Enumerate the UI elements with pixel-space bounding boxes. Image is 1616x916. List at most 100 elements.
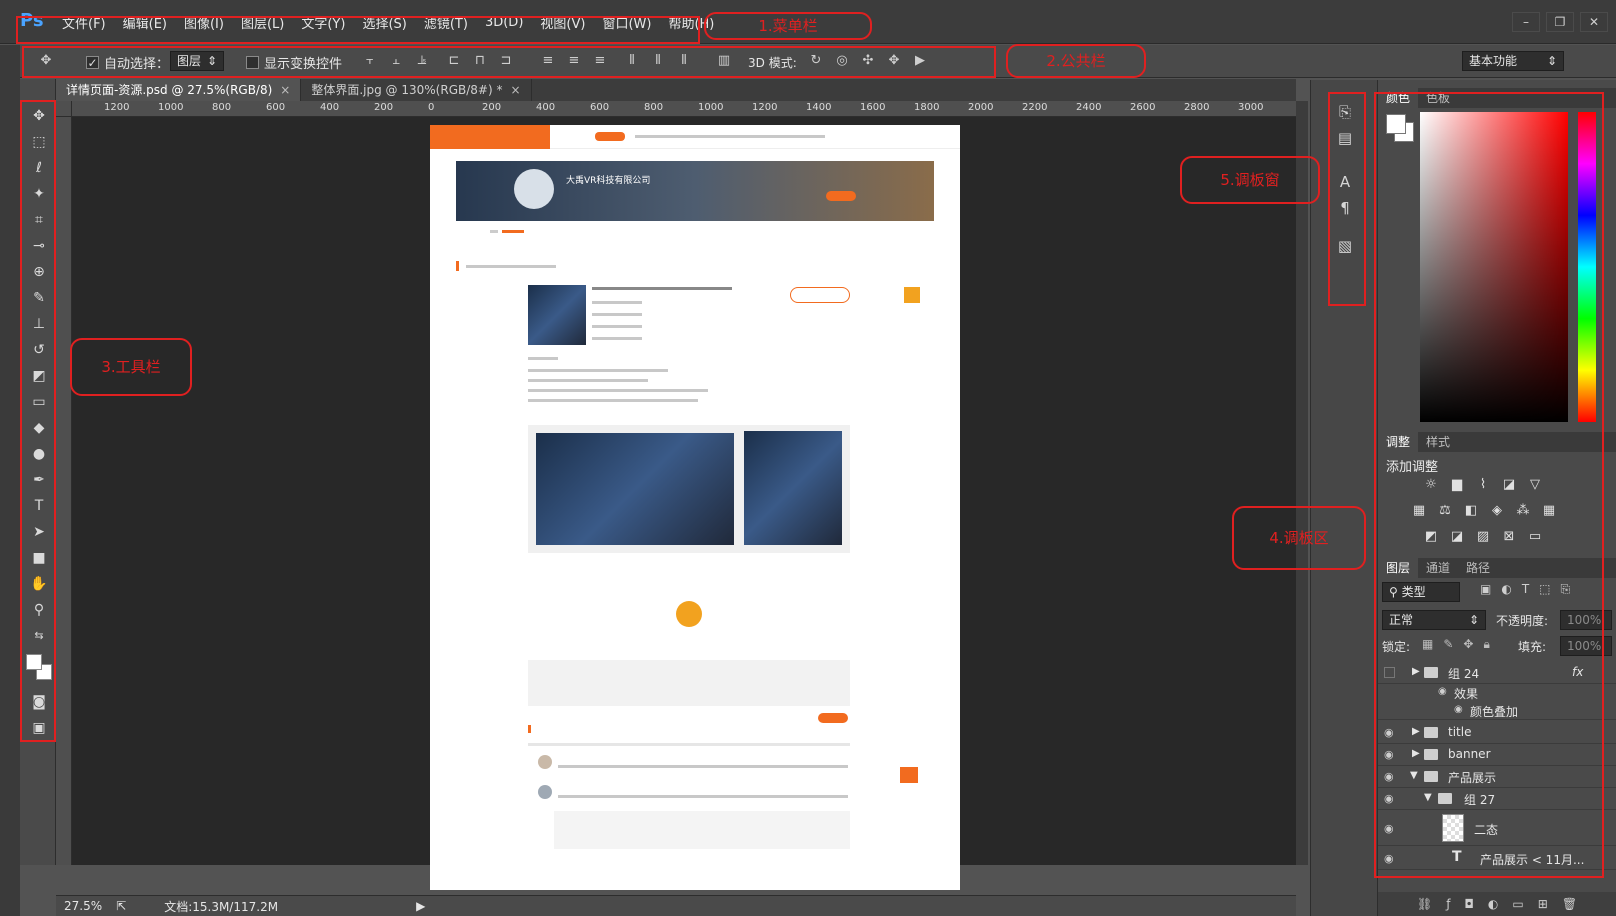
- ruler-label: 1600: [860, 102, 886, 113]
- status-arrow-icon[interactable]: ▶: [416, 899, 425, 913]
- layers-footer: ⛓ ƒ ◘ ◐ ▭ ⊞ 🗑︎: [1378, 892, 1616, 916]
- link-layers-icon[interactable]: ⛓: [1417, 897, 1432, 911]
- ruler-label: 2200: [1022, 102, 1048, 113]
- ruler-label: 1200: [752, 102, 778, 113]
- doc-download-button: [790, 287, 850, 303]
- add-mask-icon[interactable]: ◘: [1464, 897, 1474, 911]
- annotation-box-menubar: [16, 16, 700, 44]
- tab-title: 整体界面.jpg @ 130%(RGB/8#) *: [311, 83, 503, 97]
- annotation-menubar: 1.菜单栏: [704, 12, 872, 40]
- doc-text-line: [592, 325, 642, 328]
- ruler-label: 2400: [1076, 102, 1102, 113]
- ruler-label: 3000: [1238, 102, 1264, 113]
- doc-reply-box: [554, 811, 850, 849]
- tab-details-psd[interactable]: 详情页面-资源.psd @ 27.5%(RGB/8) ×: [56, 79, 302, 101]
- tab-title: 详情页面-资源.psd @ 27.5%(RGB/8): [66, 83, 273, 97]
- doc-header: [430, 125, 960, 149]
- status-bar: 27.5% ⇱ 文档:15.3M/117.2M ▶: [56, 895, 1296, 916]
- ruler-corner: [56, 101, 72, 117]
- annotation-panels: 4.调板区: [1232, 506, 1366, 570]
- doc-section-title: [466, 265, 556, 268]
- ruler-label: 600: [590, 102, 610, 113]
- ruler-label: 600: [266, 102, 286, 113]
- annotation-box-paneldock: [1328, 92, 1366, 306]
- doc-section-marker: [456, 261, 459, 271]
- ruler-label: 2000: [968, 102, 994, 113]
- doc-logo-block: [430, 125, 550, 149]
- doc-comment-avatar: [538, 785, 552, 799]
- new-group-icon[interactable]: ▭: [1512, 897, 1523, 911]
- document-page[interactable]: 大禹VR科技有限公司: [430, 125, 960, 890]
- doc-text-line: [528, 379, 648, 382]
- doc-product-thumb: [528, 285, 586, 345]
- doc-avatar: [514, 169, 554, 209]
- ruler-label: 400: [320, 102, 340, 113]
- annotation-optionsbar: 2.公共栏: [1006, 44, 1146, 78]
- vertical-ruler: [56, 117, 72, 865]
- doc-comment-text: [558, 765, 848, 768]
- doc-like-button: [676, 601, 702, 627]
- doc-section-title: [528, 357, 558, 360]
- doc-text-line: [592, 301, 642, 304]
- ruler-label: 200: [482, 102, 502, 113]
- ruler-label: 0: [428, 102, 435, 113]
- doc-star-badge: [904, 287, 920, 303]
- ruler-label: 2600: [1130, 102, 1156, 113]
- ruler-label: 1000: [698, 102, 724, 113]
- ruler-label: 1000: [158, 102, 184, 113]
- close-icon[interactable]: ×: [280, 83, 290, 97]
- doc-section-marker: [528, 725, 531, 733]
- tab-overall-jpg[interactable]: 整体界面.jpg @ 130%(RGB/8#) * ×: [301, 79, 532, 101]
- zoom-level[interactable]: 27.5%: [64, 899, 102, 913]
- annotation-paneldock: 5.调板窗: [1180, 156, 1320, 204]
- vertical-scrollbar[interactable]: [1296, 101, 1308, 865]
- close-button[interactable]: ✕: [1580, 12, 1608, 32]
- doc-product-title: [592, 287, 732, 290]
- workspace-dropdown[interactable]: 基本功能 ⇕: [1462, 51, 1564, 71]
- doc-text-line: [528, 369, 668, 372]
- doc-tab-active: [502, 230, 524, 233]
- doc-submit-button: [818, 713, 848, 723]
- doc-comment-box: [528, 660, 850, 706]
- ruler-label: 200: [374, 102, 394, 113]
- doc-gallery: [528, 425, 850, 553]
- left-edge-strip: [0, 45, 20, 916]
- annotation-box-optionsbar: [22, 46, 996, 78]
- dropdown-arrow-icon: ⇕: [1546, 54, 1557, 68]
- document-tabs: 详情页面-资源.psd @ 27.5%(RGB/8) × 整体界面.jpg @ 1…: [56, 79, 1296, 101]
- annotation-box-panels: [1374, 92, 1604, 878]
- ruler-label: 1800: [914, 102, 940, 113]
- doc-comment-text: [558, 795, 848, 798]
- workspace-value: 基本功能: [1469, 54, 1518, 68]
- fx-icon[interactable]: ƒ: [1446, 897, 1450, 911]
- doc-nav-active: [595, 132, 625, 141]
- ruler-label: 800: [212, 102, 232, 113]
- annotation-box-toolbox: [20, 100, 56, 742]
- restore-button[interactable]: ❐: [1546, 12, 1574, 32]
- delete-layer-icon[interactable]: 🗑︎: [1562, 897, 1577, 911]
- ruler-label: 1200: [104, 102, 130, 113]
- minimize-button[interactable]: –: [1512, 12, 1540, 32]
- ruler-label: 400: [536, 102, 556, 113]
- ruler-label: 2800: [1184, 102, 1210, 113]
- doc-text-line: [528, 389, 708, 392]
- doc-divider: [528, 743, 850, 746]
- doc-comment-avatar: [538, 755, 552, 769]
- doc-text-line: [592, 313, 642, 316]
- doc-gallery-photo: [744, 431, 842, 545]
- doc-text-line: [592, 337, 642, 340]
- doc-banner: 大禹VR科技有限公司: [456, 161, 934, 221]
- doc-size: 文档:15.3M/117.2M: [164, 899, 279, 914]
- share-icon[interactable]: ⇱: [116, 899, 126, 913]
- close-icon[interactable]: ×: [510, 83, 520, 97]
- new-layer-icon[interactable]: ⊞: [1538, 897, 1548, 911]
- doc-text-line: [528, 399, 698, 402]
- ruler-label: 1400: [806, 102, 832, 113]
- doc-float-button: [900, 767, 918, 783]
- doc-follow-button: [826, 191, 856, 201]
- new-adjustment-icon[interactable]: ◐: [1488, 897, 1498, 911]
- doc-tab: [490, 230, 498, 233]
- doc-gallery-photo: [536, 433, 734, 545]
- window-controls: – ❐ ✕: [1512, 12, 1608, 32]
- doc-nav-links: [635, 135, 825, 138]
